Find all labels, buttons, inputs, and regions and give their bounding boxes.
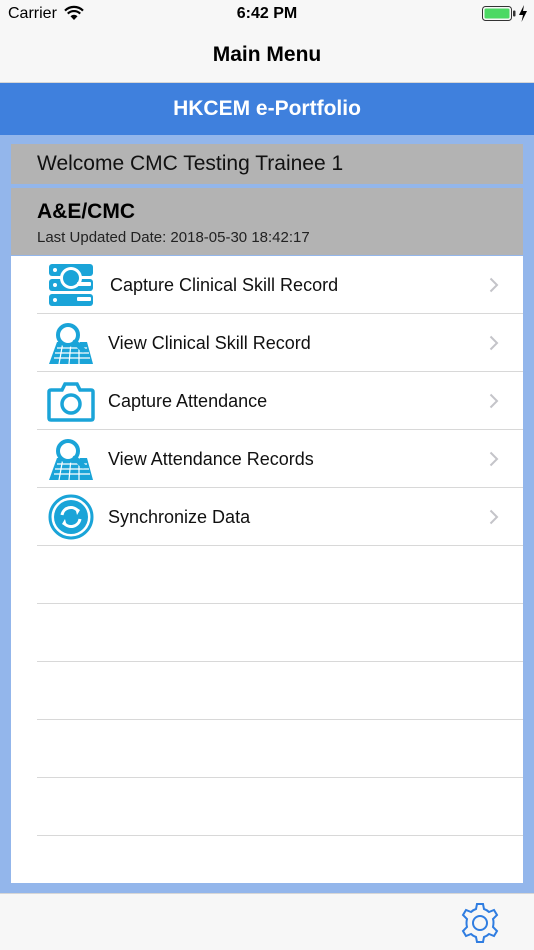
empty-row-divider (37, 777, 523, 778)
main-content: HKCEM e-Portfolio Welcome CMC Testing Tr… (0, 83, 534, 893)
view-record-icon (49, 439, 93, 481)
menu-item-label: View Clinical Skill Record (108, 333, 311, 353)
app-banner: HKCEM e-Portfolio (0, 83, 534, 135)
empty-row-divider (37, 719, 523, 720)
empty-row-divider (37, 835, 523, 836)
profile-summary: A&E/CMC Last Updated Date: 2018-05-30 18… (11, 188, 523, 255)
empty-row-divider (37, 661, 523, 662)
chevron-right-icon (489, 509, 499, 525)
welcome-message: Welcome CMC Testing Trainee 1 (11, 144, 523, 184)
main-menu-list: Capture Clinical Skill Record View Clini… (11, 256, 523, 883)
menu-item-label: Synchronize Data (108, 507, 251, 527)
sync-icon (48, 494, 94, 540)
chevron-right-icon (489, 335, 499, 351)
empty-row-divider (37, 603, 523, 604)
menu-item-view-attendance-records[interactable]: View Attendance Records (11, 430, 523, 488)
charging-bolt-icon (519, 5, 527, 22)
chevron-right-icon (489, 393, 499, 409)
chevron-right-icon (489, 451, 499, 467)
menu-item-label: Capture Clinical Skill Record (110, 275, 339, 295)
menu-item-label: View Attendance Records (108, 449, 314, 469)
menu-item-capture-attendance[interactable]: Capture Attendance (11, 372, 523, 430)
navigation-bar: Main Menu (0, 28, 534, 83)
row-divider (37, 545, 523, 546)
gear-icon[interactable] (458, 901, 502, 945)
menu-item-synchronize-data[interactable]: Synchronize Data (11, 488, 523, 546)
battery-icon (482, 6, 516, 21)
page-title: Main Menu (212, 43, 322, 66)
capture-record-icon (49, 264, 93, 306)
menu-item-capture-clinical-skill-record[interactable]: Capture Clinical Skill Record (11, 256, 523, 314)
camera-icon (47, 382, 95, 422)
department-name: A&E/CMC (37, 200, 135, 223)
chevron-right-icon (489, 277, 499, 293)
menu-item-view-clinical-skill-record[interactable]: View Clinical Skill Record (11, 314, 523, 372)
last-updated-date: Last Updated Date: 2018-05-30 18:42:17 (37, 229, 310, 246)
status-bar: Carrier 6:42 PM (0, 0, 534, 28)
bottom-toolbar (0, 893, 534, 950)
view-record-icon (49, 323, 93, 365)
clock: 6:42 PM (236, 5, 298, 22)
menu-item-label: Capture Attendance (108, 391, 268, 411)
